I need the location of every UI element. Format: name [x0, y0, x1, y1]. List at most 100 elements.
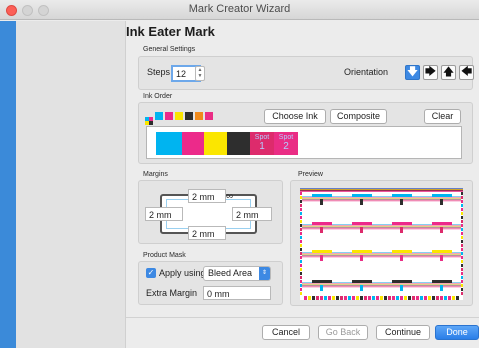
preview-row-band — [302, 256, 461, 258]
preview-mark-stem — [320, 199, 323, 205]
orientation-right-button[interactable]: 🡆 — [423, 65, 438, 80]
preview-right-mark — [461, 240, 463, 243]
ink-swatch-spot-1[interactable] — [195, 112, 203, 120]
preview-canvas — [300, 188, 463, 300]
preview-row-band — [302, 198, 461, 200]
preview-left-mark — [300, 244, 302, 247]
extra-margin-input[interactable]: 0 mm — [203, 286, 271, 300]
ink-swatch-black[interactable] — [185, 112, 193, 120]
preview-mark-head — [312, 194, 332, 197]
preview-mark-stem — [360, 285, 363, 291]
preview-row-band — [302, 200, 461, 202]
ink-swatch-yellow[interactable] — [175, 112, 183, 120]
preview-left-mark — [300, 248, 302, 251]
preview-left-mark — [300, 284, 302, 287]
orientation-up-button[interactable]: 🡅 — [441, 65, 456, 80]
margin-left-input[interactable]: 2 mm — [145, 207, 183, 221]
ink-order-strip: Spot 1 Spot 2 — [146, 126, 462, 159]
margin-top-input[interactable]: 2 mm — [188, 189, 226, 203]
ink-block-black[interactable] — [227, 132, 250, 155]
preview-left-mark — [300, 264, 302, 267]
preview-bottom-mark — [308, 296, 311, 300]
preview-bottom-mark — [324, 296, 327, 300]
preview-bottom-mark — [408, 296, 411, 300]
ink-block-spot-1[interactable]: Spot 1 — [250, 132, 274, 155]
preview-bottom-mark — [312, 296, 315, 300]
orientation-left-button[interactable]: 🡄 — [459, 65, 474, 80]
preview-right-mark — [461, 252, 463, 255]
preview-bottom-mark — [412, 296, 415, 300]
preview-row-band — [302, 197, 461, 199]
preview-right-mark — [461, 200, 463, 203]
preview-left-mark — [300, 208, 302, 211]
ink-swatch-spot-2[interactable] — [205, 112, 213, 120]
done-button[interactable]: Done — [435, 325, 479, 340]
preview-right-mark — [461, 208, 463, 211]
preview-mark-stem — [440, 255, 443, 261]
steps-label: Steps — [147, 67, 171, 77]
checkmark-icon: ✓ — [147, 268, 155, 277]
composite-button[interactable]: Composite — [330, 109, 387, 124]
preview-mark-stem — [320, 285, 323, 291]
preview-right-mark — [461, 272, 463, 275]
preview-bottom-mark — [400, 296, 403, 300]
preview-bottom-mark — [348, 296, 351, 300]
ink-block-cyan[interactable] — [156, 132, 182, 155]
preview-row-band — [302, 283, 461, 285]
preview-right-mark — [461, 268, 463, 271]
orientation-label: Orientation — [344, 67, 389, 77]
preview-bottom-mark — [428, 296, 431, 300]
preview-row-band — [302, 254, 461, 256]
preview-left-mark — [300, 276, 302, 279]
steps-stepper[interactable]: ▲ ▼ — [195, 66, 205, 81]
preview-bottom-mark — [304, 296, 307, 300]
preview-bottom-mark — [356, 296, 359, 300]
preview-bottom-mark — [420, 296, 423, 300]
preview-bottom-mark — [388, 296, 391, 300]
preview-bottom-mark — [456, 296, 459, 300]
go-back-button[interactable]: Go Back — [318, 325, 368, 340]
orientation-down-button[interactable]: 🡇 — [405, 65, 420, 80]
apply-using-checkbox[interactable]: ✓ — [146, 268, 156, 278]
preview-bottom-mark — [360, 296, 363, 300]
apply-using-select[interactable]: Bleed Area ⇕ — [203, 266, 271, 281]
preview-mark-head — [432, 194, 452, 197]
preview-left-mark — [300, 196, 302, 199]
preview-mark-stem — [440, 199, 443, 205]
chevron-updown-icon: ⇕ — [259, 267, 270, 280]
preview-bottom-mark — [436, 296, 439, 300]
preview-row-band — [302, 224, 461, 226]
ink-swatch-magenta[interactable] — [165, 112, 173, 120]
ink-block-magenta[interactable] — [182, 132, 204, 155]
preview-right-mark — [461, 224, 463, 227]
preview-row-band — [302, 282, 461, 284]
continue-button[interactable]: Continue — [376, 325, 430, 340]
ink-palette-icon[interactable] — [145, 112, 153, 125]
stepper-down-icon[interactable]: ▼ — [198, 73, 203, 79]
margin-bottom-input[interactable]: 2 mm — [188, 226, 226, 240]
preview-mark-stem — [320, 255, 323, 261]
ink-spot-1-number: 1 — [259, 141, 265, 152]
preview-left-mark — [300, 200, 302, 203]
preview-mark-stem — [400, 227, 403, 233]
margin-right-input[interactable]: 2 mm — [232, 207, 272, 221]
preview-mark-stem — [440, 285, 443, 291]
preview-row-band — [302, 252, 461, 254]
cancel-button[interactable]: Cancel — [262, 325, 310, 340]
preview-row-band — [302, 226, 461, 228]
link-icon[interactable]: ∞ — [226, 191, 233, 202]
preview-top-strip — [300, 191, 463, 192]
clear-button[interactable]: Clear — [424, 109, 461, 124]
choose-ink-button[interactable]: Choose Ink — [264, 109, 326, 124]
preview-left-mark — [300, 228, 302, 231]
ink-swatch-cyan[interactable] — [155, 112, 163, 120]
ink-spot-2-number: 2 — [283, 141, 289, 152]
preview-bottom-mark — [344, 296, 347, 300]
preview-right-mark — [461, 284, 463, 287]
arrow-up-icon: 🡅 — [442, 66, 455, 78]
preview-bottom-mark — [392, 296, 395, 300]
preview-mark-head — [312, 250, 332, 253]
ink-block-spot-2[interactable]: Spot 2 — [274, 132, 298, 155]
preview-mark-head — [432, 222, 452, 225]
ink-block-yellow[interactable] — [204, 132, 227, 155]
